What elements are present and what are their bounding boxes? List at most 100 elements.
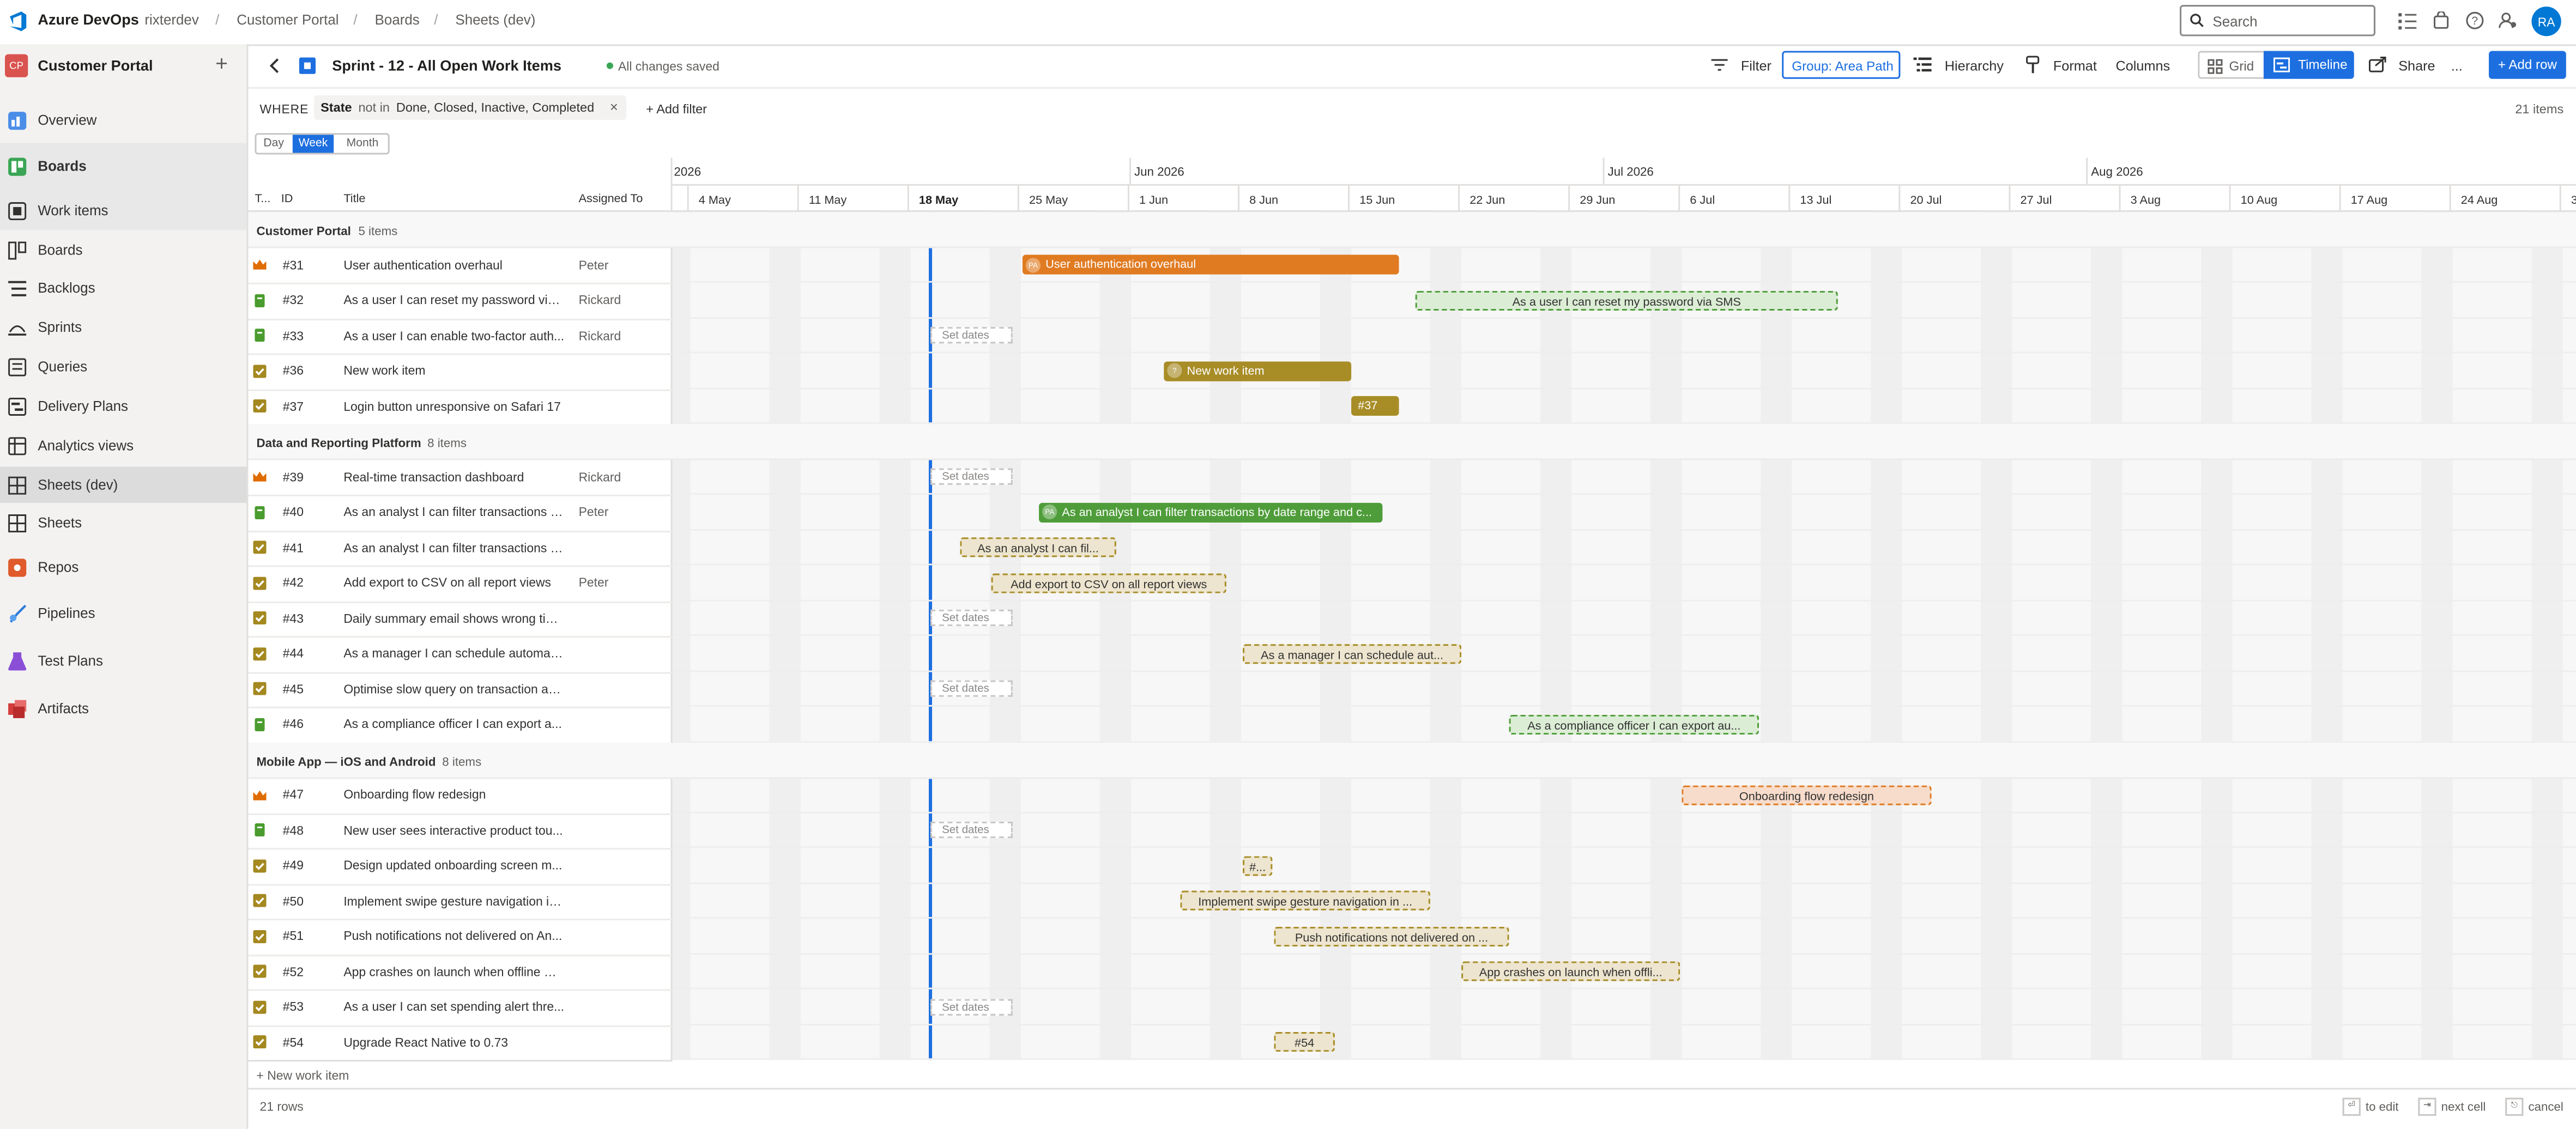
group-header[interactable]: Mobile App — iOS and Android 8 items [248,742,2576,779]
row-title[interactable]: New work item [343,363,565,378]
row-id[interactable]: #47 [283,787,304,802]
row-id[interactable]: #43 [283,610,304,625]
nav-boards[interactable]: Boards [0,148,246,184]
columns-button[interactable]: Columns [2115,58,2170,74]
remove-filter-icon[interactable]: × [610,99,618,115]
add-row-button[interactable]: + Add row [2489,51,2566,79]
column-id[interactable]: ID [281,191,293,205]
table-row[interactable]: #52 App crashes on launch when offline —.… [248,954,673,991]
row-title[interactable]: As a user I can enable two-factor auth..… [343,328,565,343]
add-filter-button[interactable]: + Add filter [646,102,707,117]
share-icon[interactable] [2368,56,2387,72]
column-assigned-to[interactable]: Assigned To [579,191,643,205]
table-row[interactable]: #37 Login button unresponsive on Safari 1… [248,389,673,426]
table-row[interactable]: #44 As a manager I can schedule automate.… [248,636,673,673]
nav-delivery-plans[interactable]: Delivery Plans [0,388,246,424]
row-title[interactable]: Onboarding flow redesign [343,787,565,802]
row-id[interactable]: #45 [283,681,304,696]
timeline-bar[interactable]: Implement swipe gesture navigation in ..… [1180,890,1430,911]
row-id[interactable]: #48 [283,822,304,837]
task-list-icon[interactable] [2398,11,2417,30]
nav-sheets[interactable]: Sheets [0,505,246,541]
hierarchy-button[interactable]: Hierarchy [1945,58,2004,74]
table-row[interactable]: #46 As a compliance officer I can export … [248,707,673,744]
row-title[interactable]: As a compliance officer I can export a..… [343,717,565,731]
breadcrumb-sheets[interactable]: Sheets (dev) [455,11,535,28]
nav-overview[interactable]: Overview [0,102,246,138]
row-assigned-to[interactable]: Rickard [579,293,669,307]
row-title[interactable]: As a user I can set spending alert thre.… [343,999,565,1014]
row-title[interactable]: As a manager I can schedule automate... [343,646,565,660]
hierarchy-icon[interactable] [1913,57,1932,72]
row-title[interactable]: As an analyst I can filter transactions … [343,540,565,555]
set-dates-button[interactable]: Set dates [930,327,1013,344]
timeline-bar[interactable]: As an analyst I can fil... [960,537,1116,557]
set-dates-button[interactable]: Set dates [930,998,1013,1015]
nav-artifacts[interactable]: Artifacts [0,690,246,726]
new-work-item-button[interactable]: + New work item [256,1068,349,1083]
user-settings-icon[interactable] [2499,11,2517,29]
timeline-bar[interactable]: Onboarding flow redesign [1682,785,1932,805]
table-row[interactable]: #39 Real-time transaction dashboard Rickar… [248,459,673,496]
table-row[interactable]: #32 As a user I can reset my password via… [248,283,673,320]
timeline-bar[interactable]: PA User authentication overhaul [1022,254,1399,275]
table-row[interactable]: #43 Daily summary email shows wrong tim..… [248,600,673,638]
brand-name[interactable]: Azure DevOps [38,11,139,28]
row-id[interactable]: #31 [283,257,304,272]
row-id[interactable]: #53 [283,999,304,1014]
set-dates-button[interactable]: Set dates [930,821,1013,839]
row-id[interactable]: #41 [283,540,304,555]
column-title[interactable]: Title [343,191,365,205]
help-icon[interactable]: ? [2466,11,2484,29]
nav-pipelines[interactable]: Pipelines [0,595,246,631]
row-title[interactable]: Implement swipe gesture navigation in... [343,893,565,908]
group-by-button[interactable]: Group: Area Path [1782,51,1901,79]
project-name[interactable]: Customer Portal [38,58,153,74]
row-id[interactable]: #51 [283,928,304,943]
table-row[interactable]: #48 New user sees interactive product tou… [248,812,673,850]
column-type[interactable]: T... [255,191,270,205]
back-arrow-icon[interactable] [268,58,281,74]
group-header[interactable]: Data and Reporting Platform 8 items [248,424,2576,460]
table-row[interactable]: #50 Implement swipe gesture navigation in… [248,883,673,920]
timeline-bar[interactable]: App crashes on launch when offli... [1461,961,1680,981]
row-assigned-to[interactable]: Peter [579,257,669,272]
table-row[interactable]: #54 Upgrade React Native to 0.73 [248,1024,673,1062]
table-row[interactable]: #31 User authentication overhaul Peter [248,247,673,284]
timeline-bar[interactable]: #37 [1351,396,1399,416]
nav-queries[interactable]: Queries [0,348,246,384]
table-row[interactable]: #36 New work item [248,353,673,391]
state-filter-chip[interactable]: State not in Done, Closed, Inactive, Com… [314,95,627,120]
row-id[interactable]: #54 [283,1035,304,1049]
row-id[interactable]: #40 [283,505,304,519]
row-assigned-to[interactable]: Peter [579,505,669,519]
breadcrumb-org[interactable]: rixterdev [144,11,198,28]
filter-icon[interactable] [1711,58,1728,72]
row-title[interactable]: Optimise slow query on transaction ag... [343,681,565,696]
timeline-bar[interactable]: As a compliance officer I can export au.… [1509,714,1759,734]
row-title[interactable]: Add export to CSV on all report views [343,575,565,590]
row-assigned-to[interactable]: Peter [579,575,669,590]
timeline-bar[interactable]: ? New work item [1164,360,1352,381]
table-row[interactable]: #41 As an analyst I can filter transactio… [248,530,673,567]
timeline-bar[interactable]: Add export to CSV on all report views [991,573,1226,593]
row-title[interactable]: App crashes on launch when offline —... [343,964,565,979]
row-id[interactable]: #49 [283,858,304,872]
timeline-bar[interactable]: As a manager I can schedule aut... [1243,643,1462,663]
nav-test-plans[interactable]: Test Plans [0,642,246,678]
row-title[interactable]: Upgrade React Native to 0.73 [343,1035,565,1049]
table-row[interactable]: #45 Optimise slow query on transaction ag… [248,671,673,708]
row-title[interactable]: Design updated onboarding screen m... [343,858,565,872]
scale-day[interactable]: Day [256,135,291,153]
search-box[interactable]: Search [2180,5,2375,37]
table-row[interactable]: #42 Add export to CSV on all report views… [248,565,673,603]
more-options-button[interactable]: ... [2451,58,2463,74]
row-id[interactable]: #32 [283,293,304,307]
row-id[interactable]: #50 [283,893,304,908]
breadcrumb-boards[interactable]: Boards [375,11,420,28]
filter-button[interactable]: Filter [1741,58,1771,74]
row-id[interactable]: #37 [283,398,304,413]
add-project-button[interactable]: + [215,51,228,75]
nav-work-items[interactable]: Work items [0,192,246,228]
row-title[interactable]: Real-time transaction dashboard [343,469,565,484]
